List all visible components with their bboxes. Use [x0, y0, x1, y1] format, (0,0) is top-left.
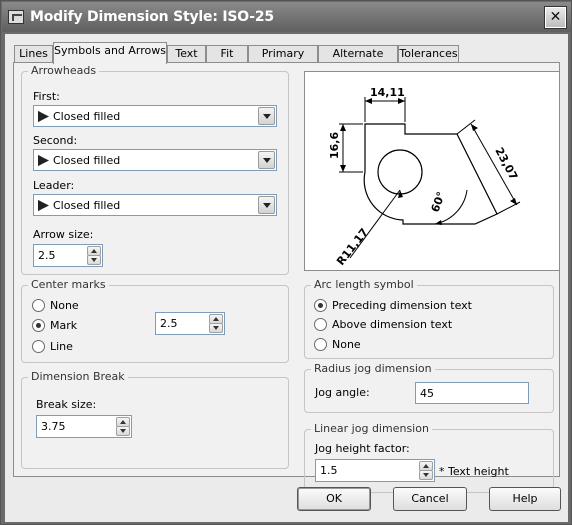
center-line-radio[interactable] [32, 340, 45, 353]
spinner-buttons [87, 246, 101, 265]
tab-symbols-and-arrows[interactable]: Symbols and Arrows [53, 42, 167, 64]
center-mark-radio[interactable] [32, 319, 45, 332]
help-button[interactable]: Help [489, 487, 561, 511]
first-arrow-select[interactable]: Closed filled [33, 105, 277, 127]
arrow-swatch-icon [38, 200, 49, 211]
tab-primary-units[interactable]: Primary Units [248, 45, 318, 76]
linear-jog-group: Linear jog dimension Jog height factor: … [304, 422, 554, 493]
title-bar[interactable]: Modify Dimension Style: ISO-25 ✕ [2, 2, 571, 32]
center-marks-group: Center marks None Mark Line 2.5 [21, 278, 289, 363]
tab-tolerances[interactable]: Tolerances [398, 45, 459, 63]
linear-jog-legend: Linear jog dimension [311, 422, 432, 435]
arc-above-radio[interactable] [314, 318, 327, 331]
window-title: Modify Dimension Style: ISO-25 [30, 9, 274, 25]
leader-label: Leader: [33, 179, 75, 192]
dim-diag-text: 23,07 [492, 145, 520, 182]
first-label: First: [33, 90, 60, 103]
spin-down-icon[interactable] [87, 255, 101, 265]
arc-none-label: None [332, 338, 361, 351]
preview-drawing: 14,11 16,6 23,07 60° R11,17 [328, 86, 521, 268]
break-size-value: 3.75 [41, 420, 66, 433]
dimension-break-legend: Dimension Break [28, 370, 128, 383]
dialog-client: Lines Symbols and Arrows Text Fit Primar… [5, 34, 568, 522]
arc-length-legend: Arc length symbol [311, 278, 417, 291]
leader-arrow-select[interactable]: Closed filled [33, 194, 277, 216]
chevron-down-icon[interactable] [258, 107, 275, 125]
center-marks-legend: Center marks [28, 278, 109, 291]
center-mark-size-value: 2.5 [160, 317, 178, 330]
cancel-button[interactable]: Cancel [393, 487, 467, 511]
tab-lines[interactable]: Lines [14, 45, 53, 63]
arc-above-label: Above dimension text [332, 318, 453, 331]
radius-jog-legend: Radius jog dimension [311, 362, 435, 375]
text-height-suffix: * Text height [439, 465, 509, 478]
jog-height-factor-spinner[interactable]: 1.5 [315, 459, 435, 482]
arrow-size-label: Arrow size: [33, 228, 94, 241]
ok-button[interactable]: OK [297, 487, 371, 511]
dim-radius-text: R11,17 [334, 226, 371, 268]
tab-fit[interactable]: Fit [206, 45, 248, 63]
leader-arrow-value: Closed filled [53, 199, 121, 212]
arc-none-radio[interactable] [314, 338, 327, 351]
second-arrow-select[interactable]: Closed filled [33, 149, 277, 171]
second-label: Second: [33, 134, 78, 147]
spin-down-icon[interactable] [116, 426, 130, 436]
jog-height-factor-label: Jog height factor: [315, 442, 410, 455]
dialog-window: Modify Dimension Style: ISO-25 ✕ Lines S… [0, 0, 572, 525]
arrow-size-spinner[interactable]: 2.5 [33, 244, 103, 267]
spin-down-icon[interactable] [419, 470, 433, 480]
arrow-swatch-icon [38, 155, 49, 166]
jog-angle-input[interactable]: 45 [415, 382, 529, 404]
center-none-radio[interactable] [32, 299, 45, 312]
center-mark-label: Mark [50, 319, 78, 332]
close-button[interactable]: ✕ [545, 7, 566, 28]
dim-angle-text: 60° [429, 190, 448, 214]
jog-height-factor-value: 1.5 [320, 464, 338, 477]
chevron-down-icon[interactable] [258, 151, 275, 169]
app-icon [8, 10, 24, 24]
break-size-label: Break size: [36, 398, 97, 411]
second-arrow-value: Closed filled [53, 154, 121, 167]
spinner-buttons [116, 417, 130, 436]
dim-top-text: 14,11 [370, 86, 405, 99]
spinner-buttons [419, 461, 433, 480]
tab-alternate-units[interactable]: Alternate Units [318, 45, 398, 76]
first-arrow-value: Closed filled [53, 110, 121, 123]
jog-angle-label: Jog angle: [315, 386, 370, 399]
arc-length-group: Arc length symbol Preceding dimension te… [304, 278, 554, 359]
center-mark-size-spinner[interactable]: 2.5 [155, 312, 225, 335]
dim-left-text: 16,6 [328, 132, 341, 159]
dimension-preview: 14,11 16,6 23,07 60° R11,17 [304, 71, 560, 271]
jog-angle-value: 45 [420, 387, 434, 400]
arrowheads-group: Arrowheads First: Closed filled Second: … [21, 64, 289, 275]
arc-preceding-label: Preceding dimension text [332, 299, 472, 312]
arrow-swatch-icon [38, 111, 49, 122]
hole-circle [377, 149, 423, 195]
tab-panel: Arrowheads First: Closed filled Second: … [13, 62, 560, 493]
dimension-break-group: Dimension Break Break size: 3.75 [21, 370, 289, 469]
radius-jog-group: Radius jog dimension Jog angle: 45 [304, 362, 554, 413]
arrow-size-value: 2.5 [38, 249, 56, 262]
tab-text[interactable]: Text [167, 45, 206, 63]
spinner-buttons [209, 314, 223, 333]
center-none-label: None [50, 299, 79, 312]
chevron-down-icon[interactable] [258, 196, 275, 214]
center-line-label: Line [50, 340, 73, 353]
arrowheads-legend: Arrowheads [28, 64, 100, 77]
break-size-spinner[interactable]: 3.75 [36, 415, 132, 438]
arc-preceding-radio[interactable] [314, 299, 327, 312]
spin-down-icon[interactable] [209, 323, 223, 333]
